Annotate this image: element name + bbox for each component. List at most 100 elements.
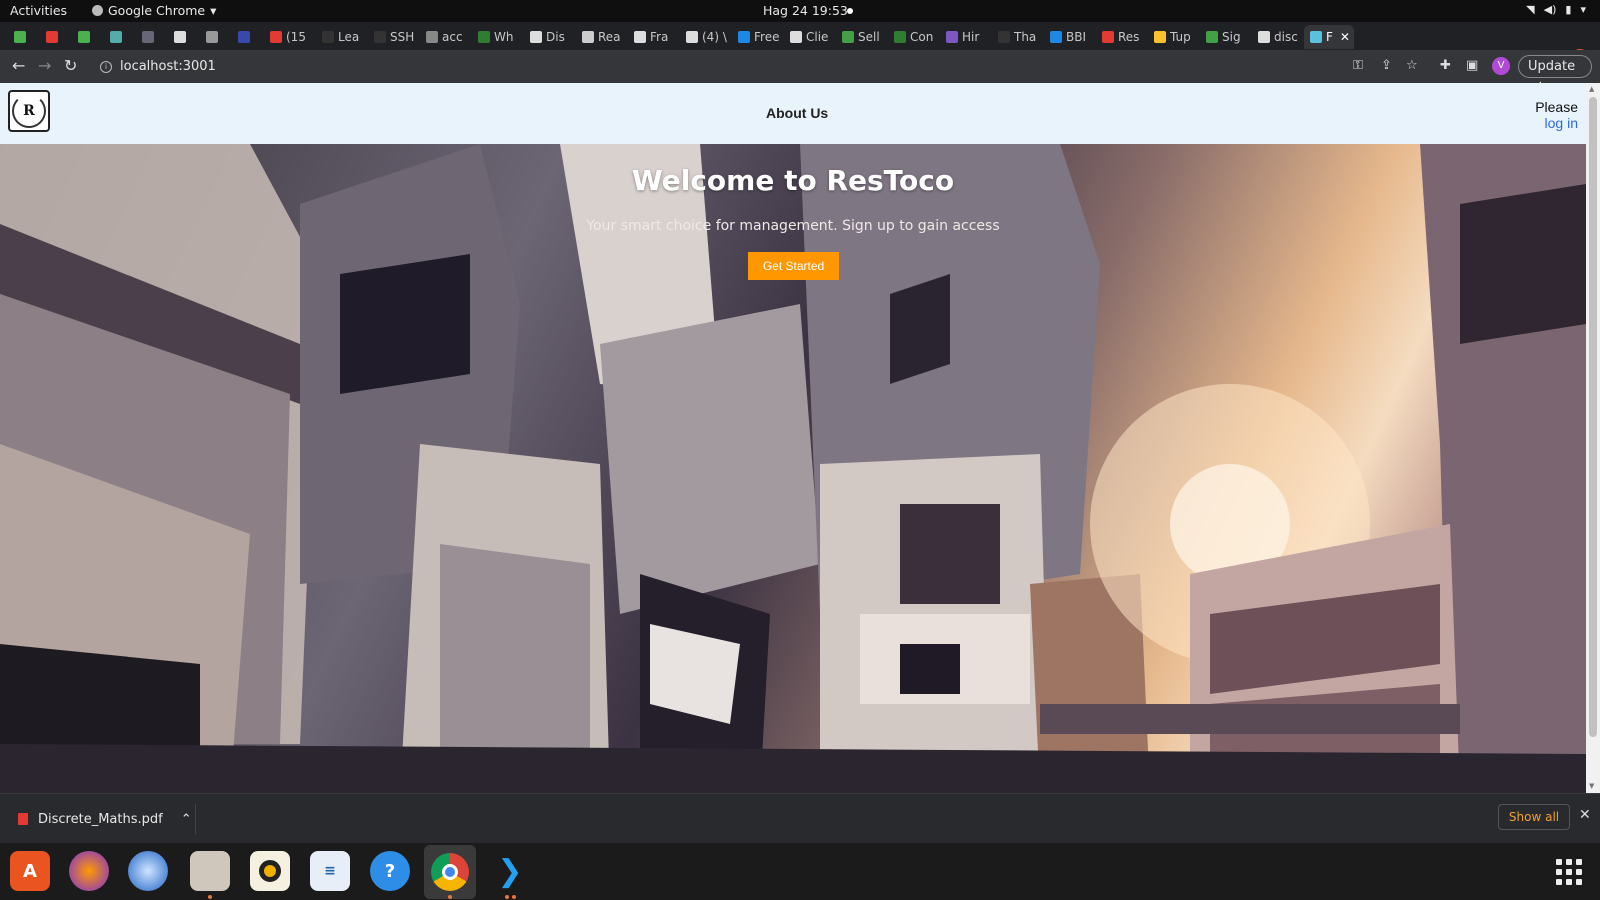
reload-icon[interactable]: ↻	[64, 56, 77, 75]
browser-tab[interactable]	[8, 25, 40, 49]
back-icon[interactable]: ←	[12, 56, 25, 75]
vscode-icon[interactable]: ❯	[490, 851, 530, 891]
update-label: Update	[1528, 59, 1576, 74]
download-item[interactable]: Discrete_Maths.pdf ⌃	[14, 804, 196, 834]
browser-tab[interactable]: Sell	[836, 25, 888, 49]
page-scrollbar[interactable]: ▲ ▼	[1586, 83, 1600, 793]
firefox-icon[interactable]	[69, 851, 109, 891]
app-menu[interactable]: Google Chrome ▾	[92, 3, 216, 18]
browser-tab[interactable]: (15	[264, 25, 316, 49]
tab-title: acc	[442, 30, 463, 44]
nav-about-us[interactable]: About Us	[766, 105, 828, 121]
tab-favicon-icon	[374, 31, 386, 43]
browser-tab[interactable]: Lea	[316, 25, 368, 49]
get-started-button[interactable]: Get Started	[748, 252, 839, 280]
show-applications-icon[interactable]	[1556, 859, 1582, 885]
chrome-icon	[431, 853, 469, 891]
update-button[interactable]: Update ⋮	[1518, 55, 1592, 95]
tab-title: (15	[286, 30, 306, 44]
browser-tab[interactable]: Con	[888, 25, 940, 49]
close-shelf-icon[interactable]: ✕	[1579, 807, 1591, 823]
tab-favicon-icon	[1154, 31, 1166, 43]
tab-favicon-icon	[322, 31, 334, 43]
browser-tab[interactable]	[232, 25, 264, 49]
tab-title: BBI	[1066, 30, 1087, 44]
browser-tab[interactable]: BBI	[1044, 25, 1096, 49]
browser-tab[interactable]: Tup	[1148, 25, 1200, 49]
browser-tab[interactable]: Hir	[940, 25, 992, 49]
key-icon[interactable]: ⚿	[1353, 58, 1363, 73]
rhythmbox-icon[interactable]	[250, 851, 290, 891]
app-menu-label: Google Chrome	[108, 3, 206, 18]
bookmark-star-icon[interactable]: ☆	[1406, 58, 1418, 73]
browser-tab[interactable]: Wh	[472, 25, 524, 49]
tab-strip: (15 Lea SSH acc Wh Dis Rea Fra (4) \ Free Clie Sell…	[0, 22, 1600, 68]
browser-tab[interactable]	[168, 25, 200, 49]
browser-tab[interactable]: Dis	[524, 25, 576, 49]
tab-favicon-icon	[238, 31, 250, 43]
thunderbird-icon[interactable]	[128, 851, 168, 891]
tab-favicon-icon	[110, 31, 122, 43]
browser-tab[interactable]: F ✕	[1304, 25, 1354, 49]
tab-favicon-icon	[1206, 31, 1218, 43]
system-tray[interactable]: ◥ ◀) ▮ ▾	[1526, 3, 1586, 16]
tab-favicon-icon	[1050, 31, 1062, 43]
browser-tab[interactable]: Clie	[784, 25, 836, 49]
tab-title: Sell	[858, 30, 880, 44]
running-indicator	[505, 895, 509, 899]
scrollbar-thumb[interactable]	[1589, 97, 1597, 737]
browser-tab[interactable]	[136, 25, 168, 49]
browser-tab[interactable]: Fra	[628, 25, 680, 49]
browser-tab[interactable]	[200, 25, 232, 49]
hero-subtitle: Your smart choice for management. Sign u…	[586, 218, 1000, 234]
tab-title: (4) \	[702, 30, 727, 44]
clock[interactable]: Hag 24 19:53	[763, 3, 848, 18]
site-header: R About Us Please log in	[0, 83, 1586, 144]
side-panel-icon[interactable]: ▣	[1466, 58, 1478, 73]
browser-tab[interactable]: Tha	[992, 25, 1044, 49]
extensions-icon[interactable]: ✚	[1440, 58, 1451, 73]
tab-favicon-icon	[78, 31, 90, 43]
tab-favicon-icon	[1102, 31, 1114, 43]
browser-tab[interactable]: (4) \	[680, 25, 732, 49]
chevron-up-icon[interactable]: ⌃	[181, 812, 192, 827]
chrome-small-icon	[92, 5, 103, 16]
browser-tab[interactable]: Rea	[576, 25, 628, 49]
browser-tab[interactable]: Sig	[1200, 25, 1252, 49]
address-bar[interactable]: i localhost:3001	[92, 54, 1388, 79]
downloads-shelf: Discrete_Maths.pdf ⌃ Show all ✕	[0, 793, 1600, 843]
tab-title: Lea	[338, 30, 360, 44]
tab-favicon-icon	[842, 31, 854, 43]
share-icon[interactable]: ⇪	[1381, 58, 1392, 73]
login-link[interactable]: log in	[1535, 115, 1578, 131]
forward-icon[interactable]: →	[38, 56, 51, 75]
site-info-icon[interactable]: i	[100, 60, 112, 73]
browser-tab[interactable]	[72, 25, 104, 49]
tab-title: Tup	[1170, 30, 1191, 44]
show-all-button[interactable]: Show all	[1498, 804, 1570, 830]
site-logo[interactable]: R	[8, 90, 50, 132]
app-center-icon[interactable]: A	[10, 851, 50, 891]
browser-tab[interactable]: SSH	[368, 25, 420, 49]
login-prompt: Please log in	[1535, 99, 1578, 131]
browser-tab[interactable]: acc	[420, 25, 472, 49]
scroll-up-icon[interactable]: ▲	[1589, 85, 1594, 93]
profile-avatar[interactable]: V	[1492, 57, 1510, 75]
writer-icon[interactable]: ≡	[310, 851, 350, 891]
help-icon[interactable]: ?	[370, 851, 410, 891]
browser-tab[interactable]	[104, 25, 136, 49]
wifi-icon: ◥	[1526, 3, 1535, 16]
chrome-dock-slot[interactable]	[424, 845, 476, 899]
files-icon[interactable]	[190, 851, 230, 891]
scroll-down-icon[interactable]: ▼	[1589, 782, 1594, 790]
page-viewport: R About Us Please log in Welcome to ResT…	[0, 83, 1586, 793]
browser-tab[interactable]: disc	[1252, 25, 1304, 49]
close-tab-icon[interactable]: ✕	[1340, 30, 1350, 44]
logo-emblem: R	[12, 94, 46, 128]
browser-tab[interactable]: Res	[1096, 25, 1148, 49]
browser-tab[interactable]	[40, 25, 72, 49]
tab-favicon-icon	[1310, 31, 1322, 43]
browser-tab[interactable]: Free	[732, 25, 784, 49]
tab-favicon-icon	[1258, 31, 1270, 43]
activities-button[interactable]: Activities	[10, 3, 67, 18]
